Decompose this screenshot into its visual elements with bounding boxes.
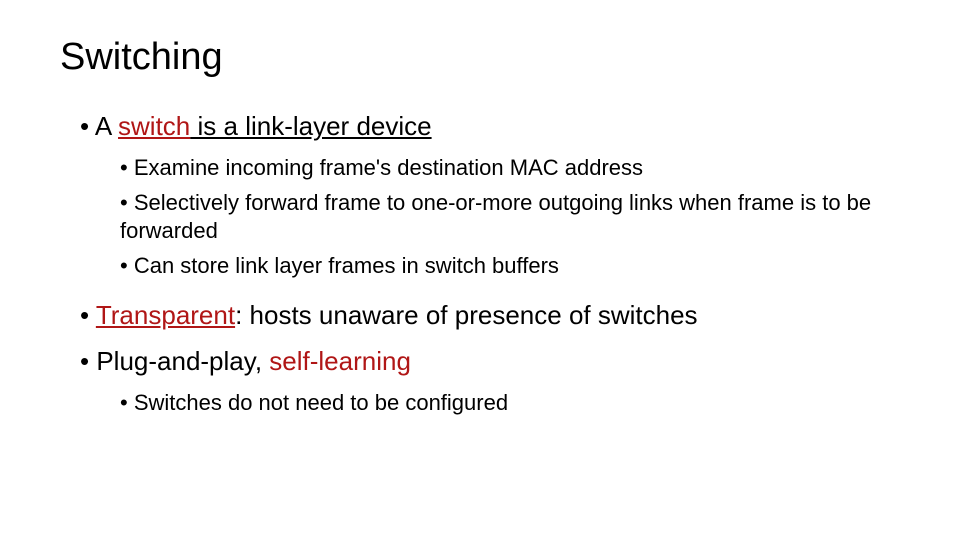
bullet-3-keyword: self-learning xyxy=(269,346,411,376)
bullet-2: • Transparent: hosts unaware of presence… xyxy=(80,298,900,333)
bullet-1-block: • A switch is a link-layer device • Exam… xyxy=(60,109,900,280)
bullet-3-sub-1: • Switches do not need to be configured xyxy=(120,389,900,418)
bullet-3: • Plug-and-play, self-learning xyxy=(80,344,900,379)
bullet-2-rest: : hosts unaware of presence of switches xyxy=(235,300,697,330)
slide: Switching • A switch is a link-layer dev… xyxy=(0,0,960,540)
bullet-1-rest: is a link-layer device xyxy=(190,111,431,141)
bullet-3-prefix: • Plug-and-play, xyxy=(80,346,269,376)
bullet-2-keyword: Transparent xyxy=(96,300,235,330)
bullet-1-prefix: • A xyxy=(80,111,118,141)
bullet-1-sub-1: • Examine incoming frame's destination M… xyxy=(120,154,900,183)
bullet-2-prefix: • xyxy=(80,300,96,330)
bullet-1-sub-2: • Selectively forward frame to one-or-mo… xyxy=(120,189,900,246)
bullet-1-sub-3: • Can store link layer frames in switch … xyxy=(120,252,900,281)
bullet-1: • A switch is a link-layer device xyxy=(80,109,900,144)
bullet-3-block: • Plug-and-play, self-learning • Switche… xyxy=(60,344,900,418)
slide-title: Switching xyxy=(60,36,900,79)
bullet-1-keyword: switch xyxy=(118,111,190,141)
